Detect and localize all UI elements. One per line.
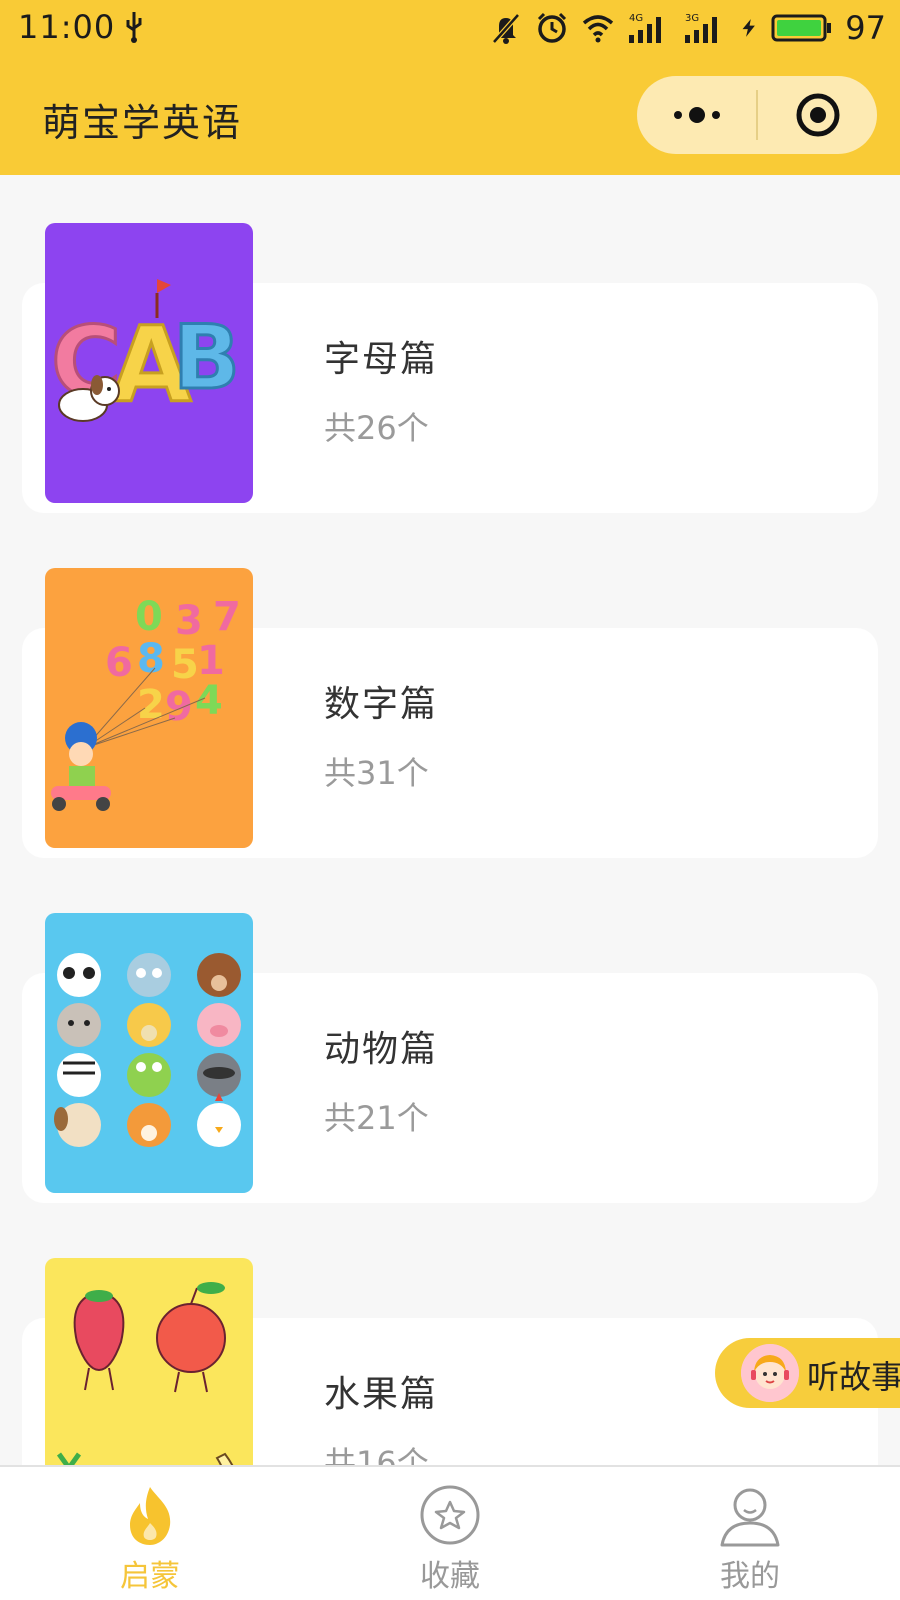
target-close-icon[interactable] <box>758 76 877 154</box>
charging-icon <box>742 19 756 37</box>
tab-label: 收藏 <box>420 1559 480 1594</box>
star-icon <box>420 1485 480 1545</box>
svg-text:4: 4 <box>195 678 223 724</box>
mute-icon <box>492 13 521 44</box>
user-icon <box>720 1488 780 1547</box>
mini-program-capsule <box>637 76 877 154</box>
abc-letters-icon: C A B <box>45 223 253 503</box>
wifi-icon <box>583 15 614 43</box>
category-title: 字母篇 <box>324 339 439 380</box>
alarm-icon <box>538 12 567 43</box>
category-thumb-animals[interactable] <box>45 913 253 1193</box>
status-time: 11:00 <box>18 8 116 46</box>
category-title: 数字篇 <box>324 684 439 725</box>
page-title: 萌宝学英语 <box>42 101 243 145</box>
tab-label: 启蒙 <box>120 1559 180 1594</box>
category-thumb-letters[interactable]: C A B <box>45 223 253 503</box>
battery-percent: 97 <box>845 9 886 47</box>
svg-text:6: 6 <box>105 640 133 686</box>
battery-icon <box>771 14 832 42</box>
status-icons: 4G 3G 97 <box>489 6 886 50</box>
story-avatar <box>741 1344 799 1402</box>
category-title: 动物篇 <box>324 1029 439 1070</box>
signal-4g-icon: 4G <box>629 13 662 43</box>
fruits-icon <box>45 1258 253 1465</box>
app-header: 11:00 4G 3G 97 萌宝学英语 <box>0 0 900 175</box>
tab-mine[interactable]: 我的 <box>600 1467 900 1600</box>
number-balloons-icon: 0 3 7 6 8 5 1 2 9 4 <box>45 568 253 848</box>
category-count: 共21个 <box>324 1099 429 1137</box>
svg-text:2: 2 <box>137 682 165 728</box>
listen-story-label: 听故事 <box>807 1358 900 1396</box>
listen-story-button[interactable]: 听故事 <box>715 1338 900 1408</box>
animal-faces-icon <box>45 913 253 1193</box>
usb-icon <box>126 12 142 43</box>
svg-text:0: 0 <box>135 594 163 640</box>
more-dots-icon[interactable] <box>637 76 757 154</box>
tab-bar: 启蒙 收藏 我的 <box>0 1465 900 1600</box>
signal-3g-icon: 3G <box>685 13 718 43</box>
svg-text:7: 7 <box>213 594 241 640</box>
flame-icon <box>130 1487 171 1545</box>
category-count: 共26个 <box>324 409 429 447</box>
category-title: 水果篇 <box>324 1374 439 1415</box>
svg-text:B: B <box>173 306 240 409</box>
svg-text:9: 9 <box>165 684 193 730</box>
category-thumb-fruits[interactable] <box>45 1258 253 1465</box>
category-count: 共16个 <box>324 1444 429 1465</box>
category-thumb-numbers[interactable]: 0 3 7 6 8 5 1 2 9 4 <box>45 568 253 848</box>
status-bar: 11:00 4G 3G 97 <box>0 0 900 56</box>
svg-text:8: 8 <box>137 636 165 682</box>
tab-label: 我的 <box>720 1559 780 1594</box>
girl-avatar-icon <box>741 1344 799 1402</box>
svg-text:4G: 4G <box>629 13 643 24</box>
tab-enlighten[interactable]: 启蒙 <box>0 1467 300 1600</box>
tab-favorites[interactable]: 收藏 <box>300 1467 600 1600</box>
category-list: C A B 字母篇 共26个 0 3 7 6 8 5 1 2 9 4 数字篇 共… <box>0 175 900 1465</box>
category-count: 共31个 <box>324 754 429 792</box>
svg-text:3G: 3G <box>685 13 699 24</box>
